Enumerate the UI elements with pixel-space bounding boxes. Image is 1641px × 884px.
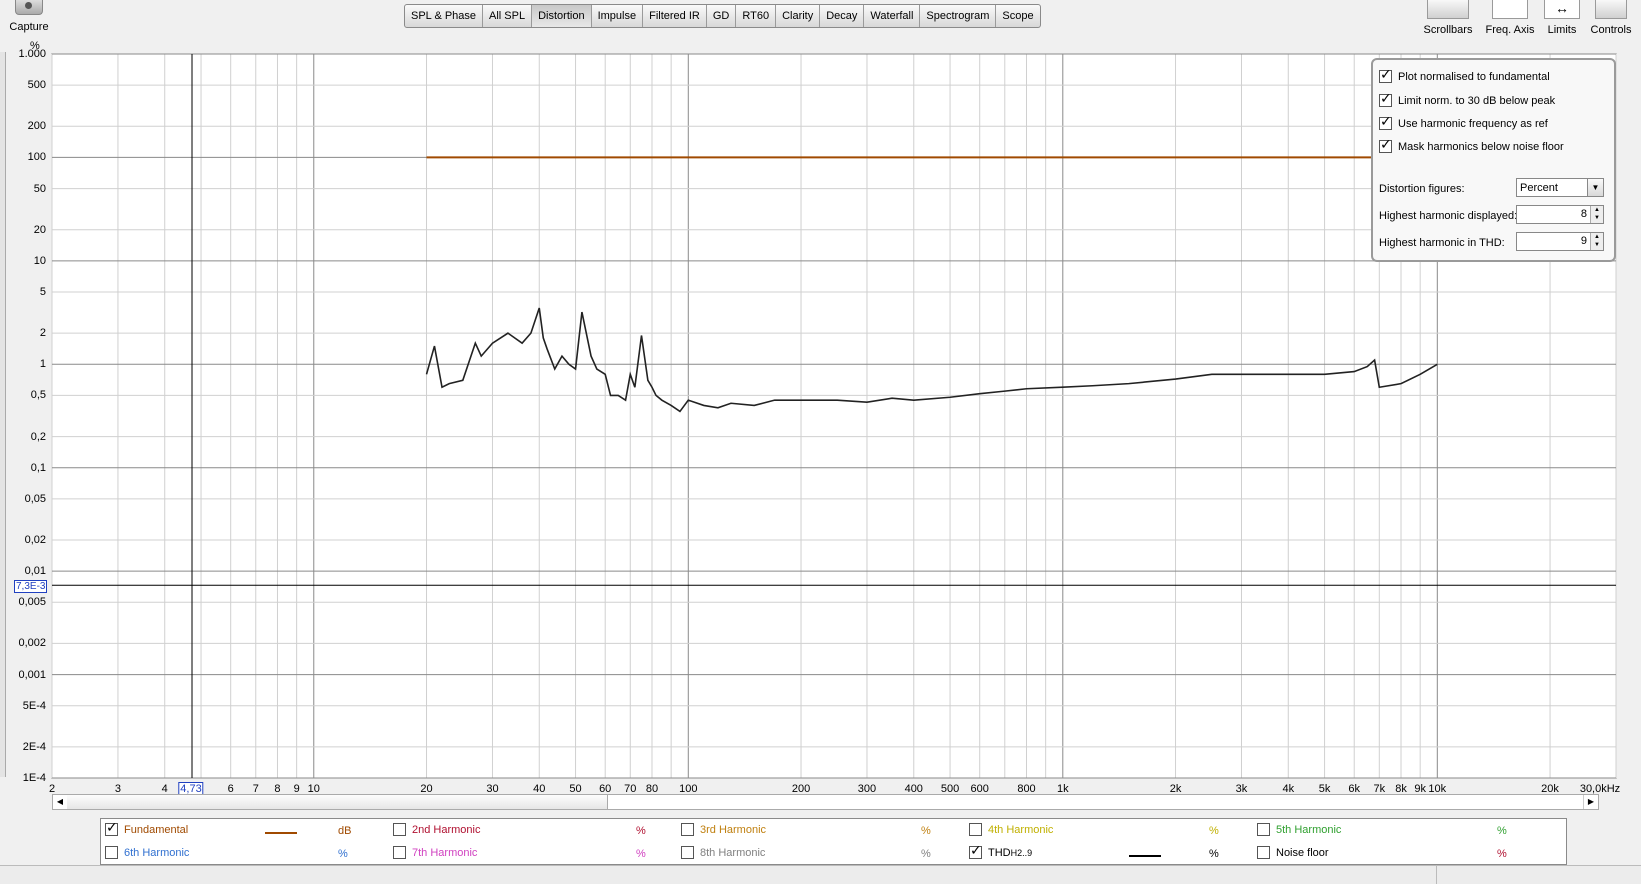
select-value: Percent [1520,182,1558,194]
legend-label: 3rd Harmonic [700,823,767,836]
spinner-arrows-icon[interactable]: ▲ ▼ [1590,206,1603,223]
checkbox-icon[interactable] [969,843,982,859]
highest-displayed-spinner[interactable]: 8 ▲ ▼ [1516,205,1604,224]
normalise-checkbox[interactable]: Plot normalised to fundamental [1379,67,1550,83]
checkbox-icon[interactable] [105,846,118,859]
legend-unit: dB [338,825,352,837]
legend-unit: % [1497,825,1507,837]
scrollbar-thumb[interactable] [67,795,608,809]
legend-label: 6th Harmonic [124,846,190,859]
legend-label: 5th Harmonic [1276,823,1342,836]
legend-4th-harmonic[interactable]: 4th Harmonic [969,823,1053,836]
distortion-figures-label: Distortion figures: [1379,183,1465,195]
harmonic-ref-checkbox[interactable]: Use harmonic frequency as ref [1379,114,1548,130]
checkbox-icon[interactable] [393,846,406,859]
checkbox-label: Use harmonic frequency as ref [1398,117,1548,130]
checkbox-icon[interactable] [393,823,406,836]
legend-label: Fundamental [124,823,189,836]
scroll-left-arrow-icon[interactable]: ◀ [53,795,68,809]
checkbox-icon[interactable] [105,820,118,836]
mask-harmonics-checkbox[interactable]: Mask harmonics below noise floor [1379,137,1564,153]
legend-unit: % [636,848,646,860]
legend-6th-harmonic[interactable]: 6th Harmonic [105,846,189,859]
horizontal-scrollbar[interactable]: ◀ ▶ [52,794,1599,810]
chevron-down-icon[interactable]: ▼ [1587,179,1603,196]
checkbox-icon[interactable] [1379,114,1392,130]
legend-unit: % [338,848,348,860]
checkbox-icon[interactable] [969,823,982,836]
legend-line-swatch [265,832,297,834]
checkbox-icon[interactable] [1257,846,1270,859]
checkbox-icon[interactable] [681,823,694,836]
checkbox-icon[interactable] [681,846,694,859]
highest-displayed-label: Highest harmonic displayed: [1379,210,1518,222]
legend-unit: % [636,825,646,837]
spinner-arrows-icon[interactable]: ▲ ▼ [1590,233,1603,250]
legend-label: 8th Harmonic [700,846,766,859]
legend-subscript: H2..9 [1010,847,1033,858]
legend-unit: % [1497,848,1507,860]
spinner-value: 8 [1580,208,1587,220]
checkbox-label: Limit norm. to 30 dB below peak [1398,94,1556,107]
legend-line-swatch [1129,855,1161,857]
checkbox-label: Mask harmonics below noise floor [1398,140,1564,153]
legend-8th-harmonic[interactable]: 8th Harmonic [681,846,765,859]
distortion-figures-select[interactable]: Percent ▼ [1516,178,1604,197]
legend-5th-harmonic[interactable]: 5th Harmonic [1257,823,1341,836]
checkbox-icon[interactable] [1379,137,1392,153]
legend-unit: % [921,848,931,860]
legend-noise-floor[interactable]: Noise floor [1257,846,1329,859]
distortion-controls-panel: Plot normalised to fundamental Limit nor… [1371,58,1616,262]
legend-2nd-harmonic[interactable]: 2nd Harmonic [393,823,480,836]
legend-7th-harmonic[interactable]: 7th Harmonic [393,846,477,859]
spinner-value: 9 [1580,235,1587,247]
limit-norm-checkbox[interactable]: Limit norm. to 30 dB below peak [1379,91,1556,107]
highest-thd-spinner[interactable]: 9 ▲ ▼ [1516,232,1604,251]
legend-label: THD [988,846,1011,859]
checkbox-icon[interactable] [1379,67,1392,83]
highest-thd-label: Highest harmonic in THD: [1379,237,1505,249]
scroll-right-arrow-icon[interactable]: ▶ [1583,795,1598,809]
status-separator [1436,866,1437,884]
legend-unit: % [921,825,931,837]
checkbox-label: Plot normalised to fundamental [1398,70,1550,83]
legend-unit: % [1209,848,1219,860]
legend-label: 7th Harmonic [412,846,478,859]
legend-fundamental[interactable]: Fundamental [105,820,189,836]
legend-label: Noise floor [1276,846,1329,859]
checkbox-icon[interactable] [1379,91,1392,107]
legend-label: 2nd Harmonic [412,823,481,836]
legend-3rd-harmonic[interactable]: 3rd Harmonic [681,823,766,836]
legend-thd[interactable]: THDH2..9 [969,843,1033,859]
legend-unit: % [1209,825,1219,837]
status-bar [0,865,1641,884]
legend-panel: Fundamental dB 2nd Harmonic% 3rd Harmonic% 4… [100,818,1567,865]
legend-label: 4th Harmonic [988,823,1054,836]
checkbox-icon[interactable] [1257,823,1270,836]
